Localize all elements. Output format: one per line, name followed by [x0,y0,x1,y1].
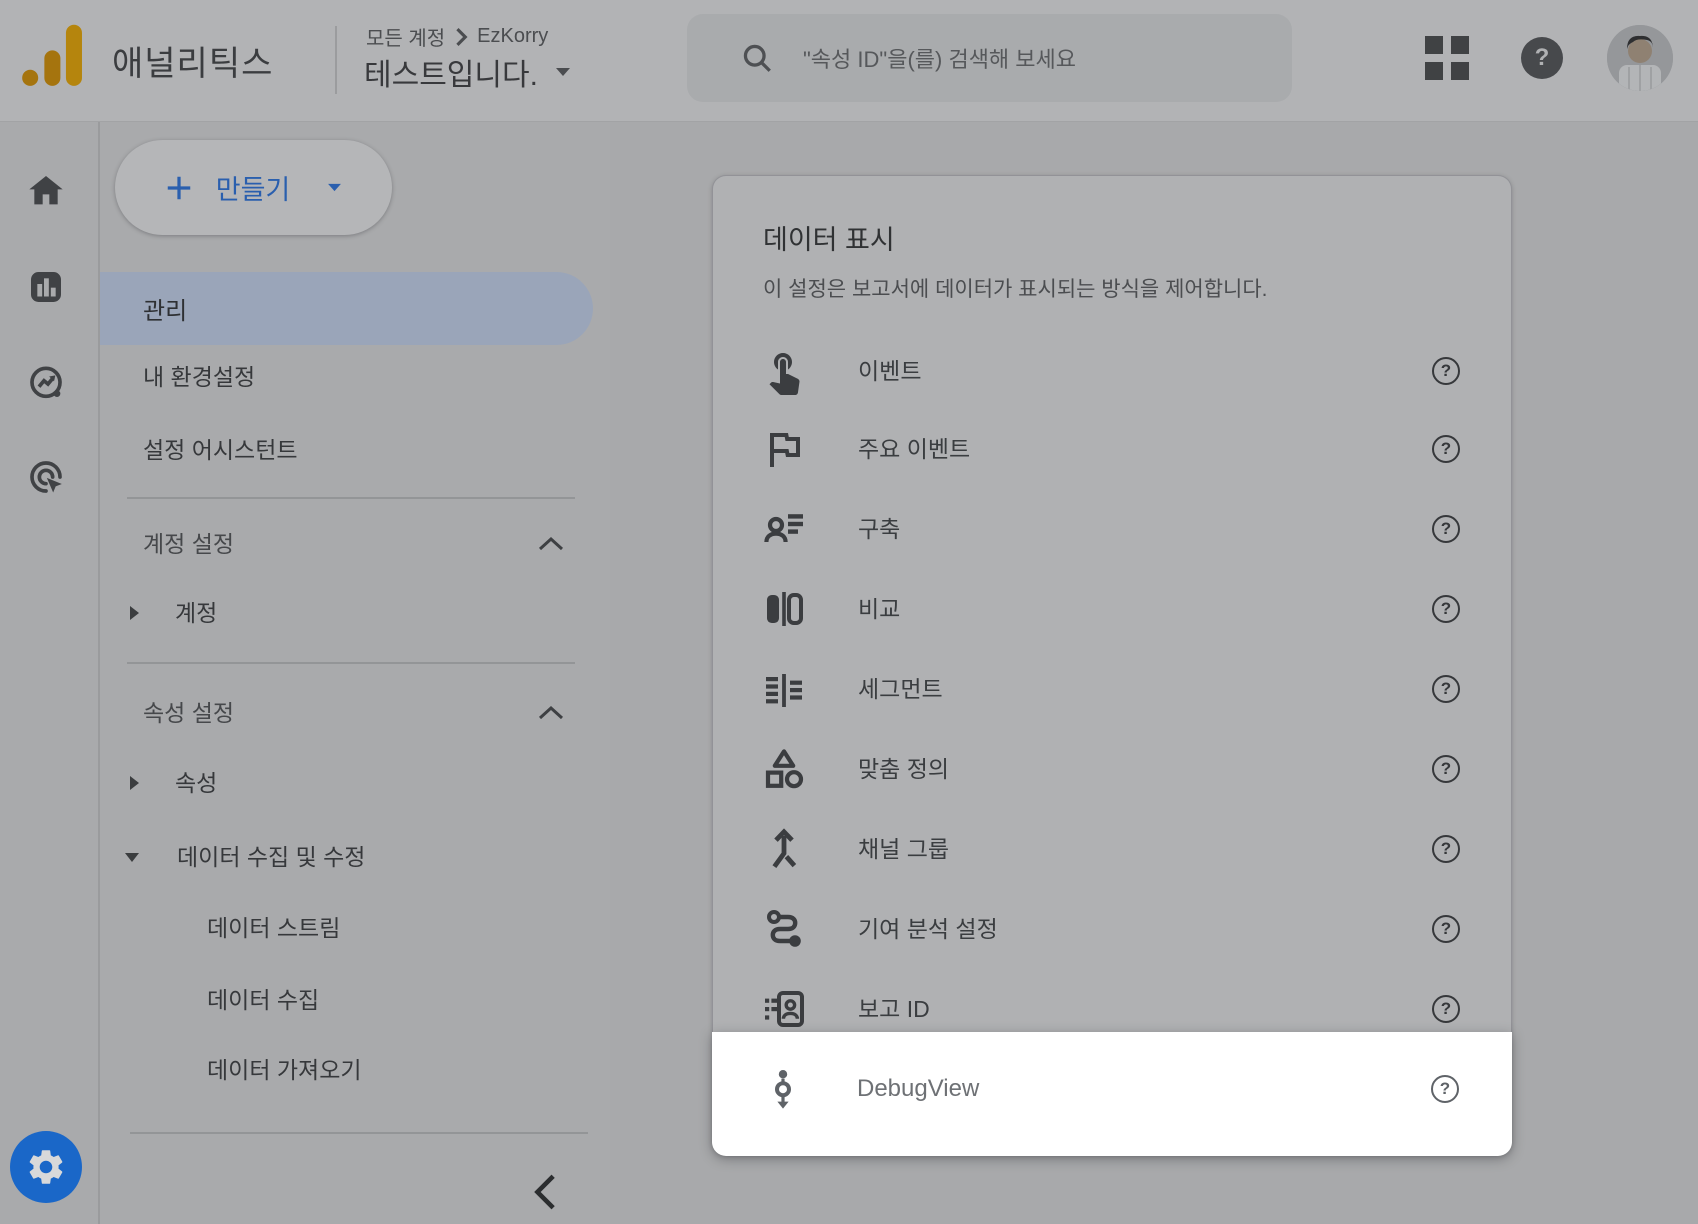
row-help-icon[interactable]: ? [1432,755,1460,783]
explore-icon[interactable] [26,363,66,403]
property-name[interactable]: 테스트입니다. [364,50,538,94]
avatar[interactable] [1607,25,1673,91]
nav-item-my-preferences[interactable]: 내 환경설정 [143,359,255,395]
admin-nav: 만들기 관리 내 환경설정 설정 어시스턴트 계정 설정 계정 속성 설정 속성 [100,122,610,1224]
nav-item-setup-assistant[interactable]: 설정 어시스턴트 [143,432,298,468]
card-row-attribution-settings[interactable]: 기여 분석 설정 ? [713,889,1511,969]
nav-section-property-settings[interactable]: 속성 설정 [143,695,234,731]
card-row-debugview[interactable]: DebugView ? [712,1049,1512,1129]
attribution-path-icon [760,905,808,953]
expand-right-icon[interactable] [128,775,141,791]
compare-icon [760,585,808,633]
collapse-nav-icon[interactable] [528,1172,564,1212]
expand-down-icon[interactable] [124,851,140,864]
card-row-key-events[interactable]: 주요 이벤트 ? [713,409,1511,489]
avatar-photo [1607,25,1673,91]
property-dropdown-caret-icon[interactable] [554,66,572,78]
plus-icon [164,173,194,203]
search-input[interactable]: "속성 ID"을(를) 검색해 보세요 [687,14,1292,102]
nav-divider [127,662,575,664]
card-row-events[interactable]: 이벤트 ? [713,331,1511,411]
nav-item-data-collection-group[interactable]: 데이터 수집 및 수정 [177,839,365,875]
card-row-custom-definitions[interactable]: 맞춤 정의 ? [713,729,1511,809]
flag-icon [760,425,808,473]
create-button-label: 만들기 [216,168,291,207]
row-help-icon[interactable]: ? [1432,435,1460,463]
card-subtitle: 이 설정은 보고서에 데이터가 표시되는 방식을 제어합니다. [763,273,1268,303]
nav-item-data-collection[interactable]: 데이터 수집 [207,982,319,1018]
audience-icon [760,505,808,553]
breadcrumb-chevron-icon [453,27,469,47]
chevron-up-icon[interactable] [537,704,565,722]
data-display-card: 데이터 표시 이 설정은 보고서에 데이터가 표시되는 방식을 제어합니다. 이… [712,175,1512,1155]
debugview-highlight: DebugView ? [712,1032,1512,1156]
row-help-icon[interactable]: ? [1432,915,1460,943]
apps-grid-icon[interactable] [1425,36,1469,80]
google-analytics-logo-icon [16,18,90,92]
debugview-plumb-icon [759,1065,807,1113]
nav-section-account-settings[interactable]: 계정 설정 [143,526,234,562]
create-dropdown-caret-icon[interactable] [326,182,343,193]
search-icon [739,40,775,76]
row-help-icon[interactable]: ? [1432,675,1460,703]
settings-fab[interactable] [10,1131,82,1203]
touch-icon [760,347,808,395]
reports-icon[interactable] [26,267,66,307]
nav-item-property[interactable]: 속성 [175,765,217,801]
advertising-icon[interactable] [26,457,66,497]
header-divider [335,26,337,94]
id-badge-icon [760,985,808,1033]
search-placeholder: "속성 ID"을(를) 검색해 보세요 [803,42,1076,74]
nav-item-data-import[interactable]: 데이터 가져오기 [207,1052,362,1088]
ga-admin-page: 애널리틱스 모든 계정 EzKorry 테스트입니다. "속성 ID"을(를) … [0,0,1698,1224]
channel-split-icon [760,825,808,873]
row-help-icon[interactable]: ? [1431,1075,1459,1103]
breadcrumb[interactable]: 모든 계정 EzKorry [366,22,548,51]
nav-divider [127,497,575,499]
nav-item-admin[interactable]: 관리 [100,272,593,345]
left-rail [0,122,100,1224]
nav-item-data-streams[interactable]: 데이터 스트림 [207,910,340,946]
card-row-segments[interactable]: 세그먼트 ? [713,649,1511,729]
nav-item-admin-label: 관리 [143,291,187,326]
card-row-comparisons[interactable]: 비교 ? [713,569,1511,649]
breadcrumb-account[interactable]: EzKorry [477,25,548,48]
row-help-icon[interactable]: ? [1432,995,1460,1023]
card-title: 데이터 표시 [763,218,895,257]
app-name: 애널리틱스 [112,36,273,85]
row-help-icon[interactable]: ? [1432,357,1460,385]
nav-item-account[interactable]: 계정 [175,595,217,631]
breadcrumb-all-accounts[interactable]: 모든 계정 [366,22,445,51]
home-icon[interactable] [26,171,66,211]
shapes-icon [760,745,808,793]
property-selector[interactable]: 테스트입니다. [364,50,572,94]
create-button[interactable]: 만들기 [115,140,392,235]
top-header: 애널리틱스 모든 계정 EzKorry 테스트입니다. "속성 ID"을(를) … [0,0,1698,122]
gear-icon [25,1146,67,1188]
card-row-channel-groups[interactable]: 채널 그룹 ? [713,809,1511,889]
segment-icon [760,665,808,713]
card-row-audiences[interactable]: 구축 ? [713,489,1511,569]
expand-right-icon[interactable] [128,605,141,621]
chevron-up-icon[interactable] [537,535,565,553]
nav-divider [130,1132,588,1134]
row-help-icon[interactable]: ? [1432,835,1460,863]
help-icon[interactable]: ? [1521,37,1563,79]
row-help-icon[interactable]: ? [1432,515,1460,543]
row-help-icon[interactable]: ? [1432,595,1460,623]
